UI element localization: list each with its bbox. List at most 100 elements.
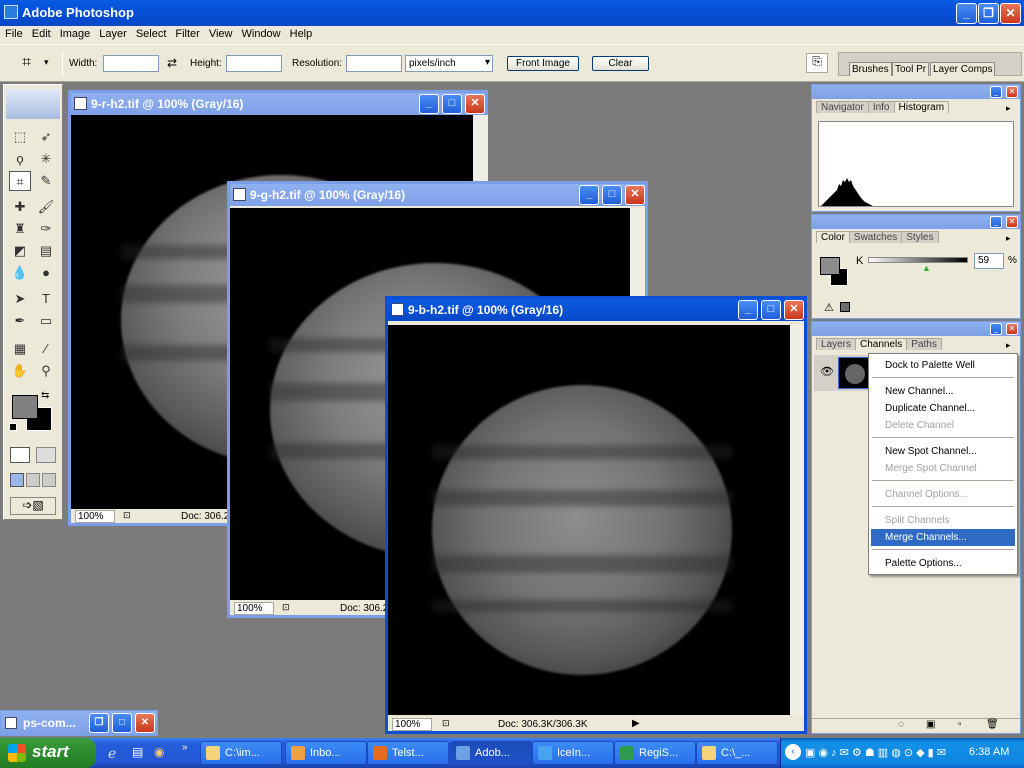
maximize-button[interactable]: □ (761, 300, 781, 320)
vertical-scrollbar[interactable] (790, 325, 804, 715)
crop-tool-icon[interactable]: ⌗ (22, 54, 31, 72)
tab-channels[interactable]: Channels (855, 338, 908, 350)
tab-styles[interactable]: Styles (901, 231, 939, 243)
document-title-bar[interactable]: 9-r-h2.tif @ 100% (Gray/16) _ □ ✕ (71, 93, 485, 115)
eyedropper-tool-icon[interactable]: ⁄ (35, 339, 57, 359)
tab-paths[interactable]: Paths (906, 338, 942, 350)
pen-tool-icon[interactable]: ✒ (9, 311, 31, 331)
notes-tool-icon[interactable]: ▦ (9, 339, 31, 359)
clock[interactable]: 6:38 AM (969, 746, 1009, 758)
panel-minimize-button[interactable]: _ (990, 86, 1002, 98)
eye-icon[interactable]: 👁 (820, 365, 834, 378)
panel-close-button[interactable]: ✕ (1006, 86, 1018, 98)
menu-item-merge-channels[interactable]: Merge Channels... (871, 529, 1015, 546)
document-title-bar[interactable]: 9-b-h2.tif @ 100% (Gray/16) _ □ ✕ (388, 299, 804, 321)
new-channel-icon[interactable]: ▫ (958, 719, 962, 730)
load-selection-icon[interactable]: ◌ (898, 719, 904, 730)
screen-mode-full-menu-icon[interactable] (26, 473, 40, 487)
panel-title-bar[interactable]: _ ✕ (812, 215, 1020, 229)
dodge-tool-icon[interactable]: ● (35, 263, 57, 283)
image-canvas[interactable] (388, 325, 790, 715)
panel-close-button[interactable]: ✕ (1006, 216, 1018, 228)
menu-edit[interactable]: Edit (27, 26, 55, 40)
zoom-field[interactable]: 100% (392, 718, 432, 731)
quick-mask-icon[interactable] (36, 447, 56, 463)
tab-color[interactable]: Color (816, 231, 850, 243)
units-select[interactable]: pixels/inch ▾ (405, 55, 493, 72)
start-button[interactable]: start (0, 738, 96, 768)
history-brush-icon[interactable]: ✑ (35, 219, 57, 239)
panel-title-bar[interactable]: _ ✕ (812, 322, 1020, 336)
zoom-tool-icon[interactable]: ⚲ (35, 361, 57, 381)
taskbar-item-photoshop[interactable]: Adob... (450, 741, 532, 765)
jump-to-imageready-icon[interactable]: ➩▧ (10, 497, 56, 515)
menu-file[interactable]: File (0, 26, 27, 40)
tool-preset-chevron-icon[interactable]: ▾ (44, 57, 49, 68)
restore-button[interactable]: ❐ (89, 713, 109, 733)
crop-tool-icon[interactable]: ⌗ (9, 171, 31, 191)
status-options-icon[interactable]: ⊡ (282, 602, 290, 613)
menu-select[interactable]: Select (131, 26, 171, 40)
menu-item-dock[interactable]: Dock to Palette Well (871, 357, 1015, 374)
tab-histogram[interactable]: Histogram (893, 101, 950, 113)
slice-tool-icon[interactable]: ✎ (35, 171, 57, 191)
close-button[interactable]: ✕ (625, 185, 645, 205)
lasso-tool-icon[interactable]: ϙ (9, 149, 31, 169)
minimize-button[interactable]: _ (419, 94, 439, 114)
taskbar-item-inbox[interactable]: Inbo... (285, 741, 367, 765)
minimize-button[interactable]: _ (579, 185, 599, 205)
menu-item-duplicate-channel[interactable]: Duplicate Channel... (871, 400, 1015, 417)
brush-tool-icon[interactable]: 🖌 (35, 197, 57, 217)
resolution-input[interactable] (346, 55, 402, 72)
quicklaunch-app-icon[interactable]: ◉ (154, 745, 164, 759)
path-selection-icon[interactable]: ➤ (9, 289, 31, 309)
swap-icon[interactable]: ⇄ (167, 56, 177, 70)
slider-thumb-icon[interactable]: ▲ (922, 263, 931, 273)
well-tab-tool-presets[interactable]: Tool Pr (892, 62, 930, 76)
menu-item-palette-options[interactable]: Palette Options... (871, 555, 1015, 572)
panel-menu-icon[interactable]: ▸ (1006, 103, 1011, 114)
trash-icon[interactable]: 🗑 (986, 719, 999, 730)
panel-minimize-button[interactable]: _ (990, 323, 1002, 335)
gradient-tool-icon[interactable]: ▤ (35, 241, 57, 261)
restore-button[interactable]: ❐ (978, 3, 999, 24)
standard-mode-icon[interactable] (10, 447, 30, 463)
maximize-button[interactable]: □ (442, 94, 462, 114)
well-tab-brushes[interactable]: Brushes (849, 62, 892, 76)
close-button[interactable]: ✕ (1000, 3, 1021, 24)
panel-close-button[interactable]: ✕ (1006, 323, 1018, 335)
quicklaunch-expand-icon[interactable]: » (182, 742, 188, 753)
panel-minimize-button[interactable]: _ (990, 216, 1002, 228)
screen-mode-full-icon[interactable] (42, 473, 56, 487)
menu-filter[interactable]: Filter (170, 26, 203, 40)
menu-image[interactable]: Image (55, 26, 95, 40)
warning-icon[interactable]: ⚠ (824, 301, 834, 314)
gamut-swatch[interactable] (840, 302, 850, 312)
minimize-button[interactable]: _ (738, 300, 758, 320)
swap-colors-icon[interactable]: ⇆ (41, 390, 49, 401)
status-options-icon[interactable]: ⊡ (123, 510, 131, 521)
taskbar-item-registax[interactable]: RegiS... (614, 741, 696, 765)
tab-info[interactable]: Info (867, 101, 895, 113)
tab-swatches[interactable]: Swatches (848, 231, 903, 243)
menu-view[interactable]: View (204, 26, 237, 40)
menu-window[interactable]: Window (237, 26, 285, 40)
status-options-icon[interactable]: ⊡ (442, 718, 450, 729)
tray-app-icons[interactable]: ▣ ◉ ♪ ✉ ⚙ ☗ ▥ ◍ ⊙ ◆ ▮ ✉ (805, 746, 946, 759)
minimize-button[interactable]: _ (956, 3, 977, 24)
show-desktop-icon[interactable]: ▤ (132, 745, 143, 759)
clear-button[interactable]: Clear (592, 56, 649, 71)
width-input[interactable] (103, 55, 159, 72)
front-image-button[interactable]: Front Image (507, 56, 579, 71)
panel-title-bar[interactable]: _ ✕ (812, 85, 1020, 99)
tab-navigator[interactable]: Navigator (816, 101, 869, 113)
blur-tool-icon[interactable]: 💧 (9, 263, 31, 283)
panel-menu-icon[interactable]: ▸ (1006, 340, 1011, 351)
palette-well-icon[interactable]: ⎘ (806, 53, 828, 73)
shape-tool-icon[interactable]: ▭ (35, 311, 57, 331)
taskbar-item-iceinfo[interactable]: IceIn... (532, 741, 614, 765)
taskbar-item-folder[interactable]: C:\_... (696, 741, 778, 765)
status-menu-arrow-icon[interactable]: ▶ (632, 718, 640, 729)
document-window-b[interactable]: 9-b-h2.tif @ 100% (Gray/16) _ □ ✕ 100% ⊡… (385, 296, 807, 734)
tab-layers[interactable]: Layers (816, 338, 857, 350)
